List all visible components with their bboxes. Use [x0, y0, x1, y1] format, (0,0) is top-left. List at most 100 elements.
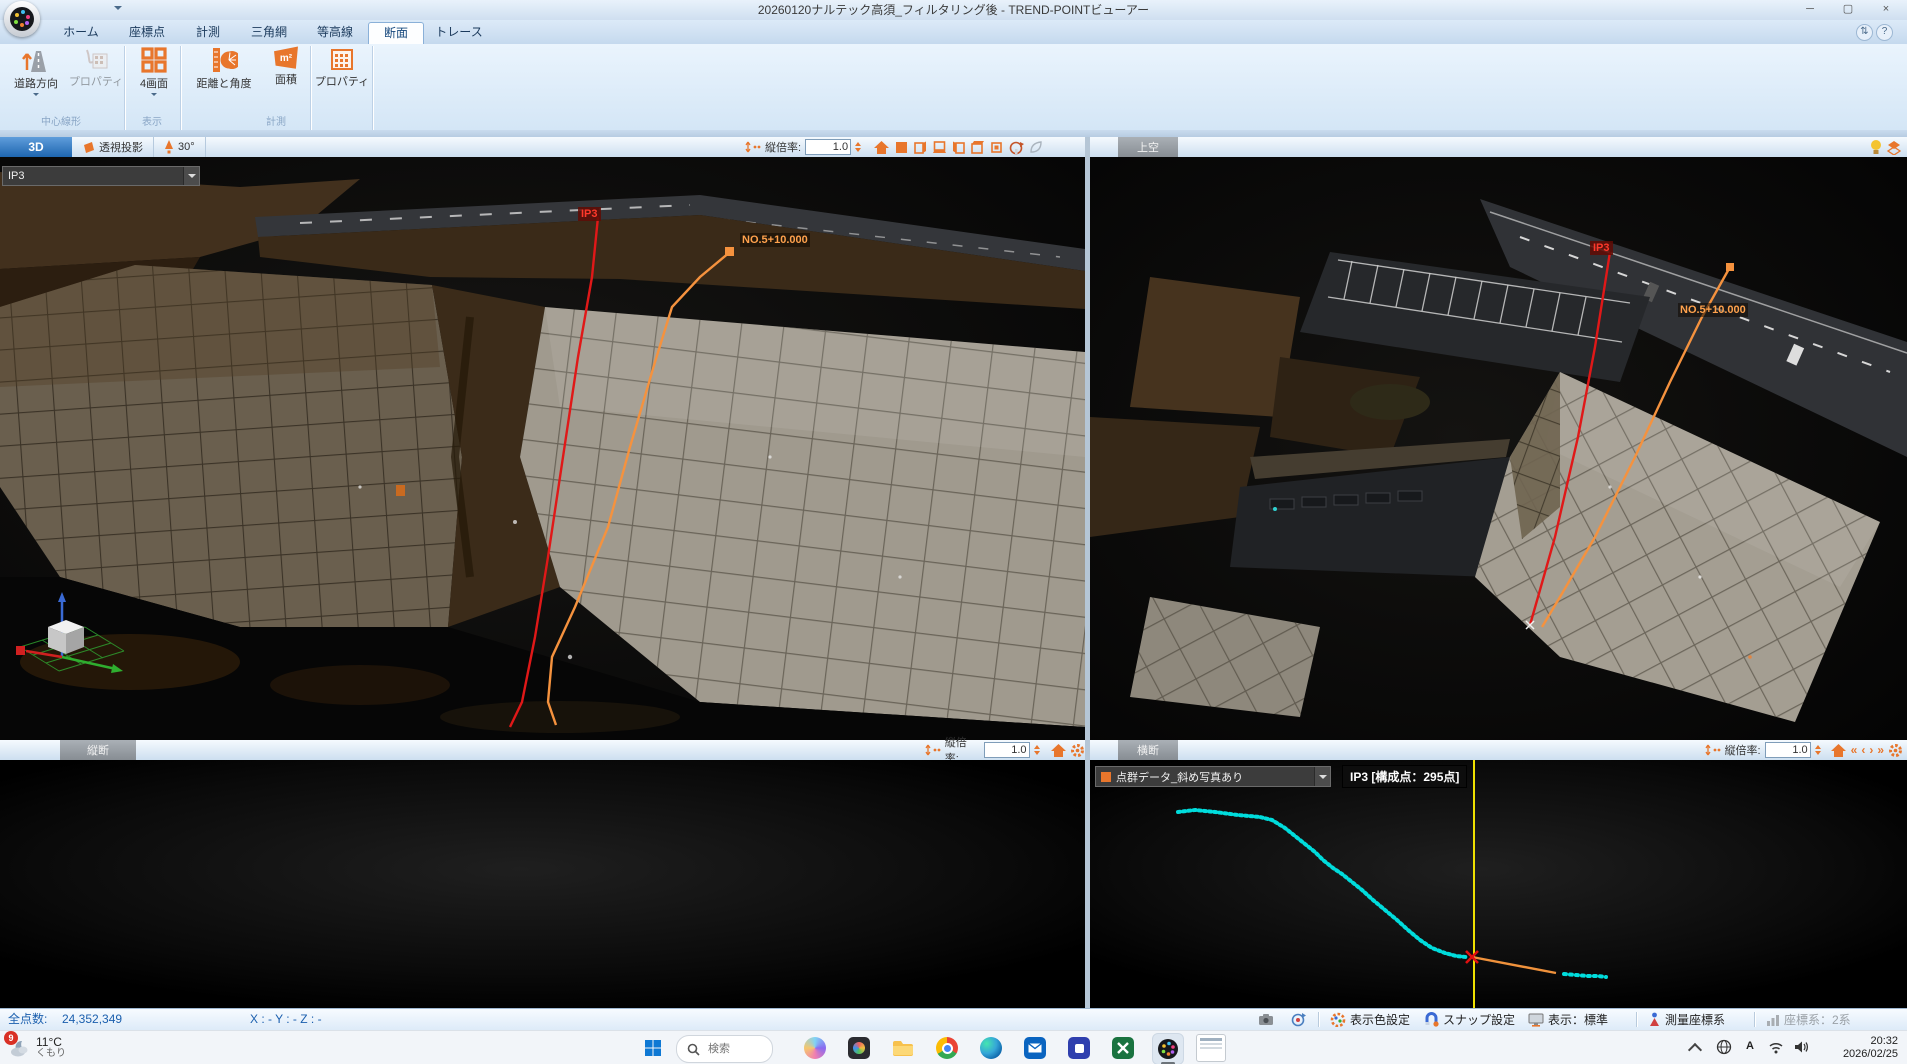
vscale-icon	[745, 140, 761, 154]
search-input[interactable]	[706, 1042, 762, 1056]
layers-icon[interactable]	[1887, 140, 1901, 155]
leaf-icon[interactable]	[1028, 140, 1044, 155]
next-section-button[interactable]: ›	[1869, 741, 1873, 759]
edge-icon[interactable]	[976, 1033, 1006, 1063]
maximize-button[interactable]: ▢	[1833, 2, 1863, 18]
first-section-button[interactable]: «	[1851, 741, 1858, 759]
alignment-select-arrow-icon[interactable]	[183, 167, 199, 185]
close-button[interactable]: ×	[1871, 2, 1901, 18]
clock-date: 2026/02/25	[1822, 1048, 1898, 1061]
view-left-icon[interactable]	[951, 140, 966, 155]
app-window-icon[interactable]	[1196, 1033, 1226, 1063]
vscale-down-icon[interactable]	[1034, 751, 1040, 758]
start-button[interactable]	[638, 1033, 668, 1063]
tab-view-angle[interactable]: 30°	[154, 137, 206, 157]
snap-settings-label: スナップ設定	[1443, 1011, 1515, 1028]
search-icon	[687, 1043, 700, 1056]
settings-gear-icon[interactable]	[1888, 743, 1903, 758]
layer-select[interactable]: 点群データ_斜め写真あり	[1095, 766, 1331, 787]
vscale-input[interactable]: 1.0	[805, 139, 851, 155]
distance-angle-button[interactable]: 距離と角度	[186, 46, 262, 110]
vscale-input[interactable]: 1.0	[984, 742, 1029, 758]
vscale-down-icon[interactable]	[1815, 751, 1821, 758]
weather-widget[interactable]: 9 11°C くもり	[4, 1033, 114, 1063]
trend-point-taskbar-icon[interactable]	[1152, 1033, 1184, 1064]
view-front-icon[interactable]	[989, 140, 1004, 155]
viewport-profile[interactable]	[0, 760, 1085, 1008]
prev-section-button[interactable]: ‹	[1861, 741, 1865, 759]
snap-settings-button[interactable]: スナップ設定	[1424, 1009, 1515, 1030]
minimize-button[interactable]: ─	[1795, 2, 1825, 18]
quick-access-arrow-icon[interactable]	[114, 6, 122, 14]
tab-cross-view[interactable]: 横断	[1118, 740, 1178, 760]
road-direction-button[interactable]: 道路方向	[4, 46, 68, 110]
tab-measure[interactable]: 計測	[180, 22, 236, 43]
teams-icon[interactable]	[1064, 1033, 1094, 1063]
network-icon[interactable]	[1768, 1040, 1784, 1057]
excel-icon[interactable]	[1108, 1033, 1138, 1063]
tray-chevron-icon[interactable]	[1690, 1041, 1700, 1055]
ribbon-options-icon[interactable]: ⇅	[1856, 24, 1873, 41]
last-section-button[interactable]: »	[1877, 741, 1884, 759]
display-mode-button[interactable]: 表示：標準	[1528, 1009, 1608, 1030]
home-view-icon[interactable]	[1050, 743, 1067, 758]
alignment-select[interactable]: IP3	[2, 166, 200, 186]
tab-3d-view[interactable]: 3D	[0, 137, 72, 157]
tab-tin[interactable]: 三角網	[236, 22, 302, 43]
view-right-icon[interactable]	[913, 140, 928, 155]
area-button[interactable]: m² 面積	[264, 46, 308, 110]
viewport-3d[interactable]: IP3 NO.5+10.000 IP3	[0, 157, 1085, 740]
survey-coord-button[interactable]: 測量座標系	[1648, 1009, 1725, 1030]
photos-icon[interactable]	[844, 1033, 874, 1063]
taskbar-search[interactable]	[676, 1035, 773, 1063]
application-menu-button[interactable]	[4, 1, 40, 37]
volume-icon[interactable]	[1794, 1040, 1810, 1057]
tab-profile-view[interactable]: 縦断	[60, 740, 136, 760]
light-bulb-icon[interactable]	[1869, 139, 1883, 155]
view-back-icon[interactable]	[970, 140, 985, 155]
tab-coordinates[interactable]: 座標点	[114, 22, 180, 43]
tab-contour[interactable]: 等高線	[302, 22, 368, 43]
layer-select-arrow-icon[interactable]	[1314, 767, 1330, 786]
display-color-settings-button[interactable]: 表示色設定	[1330, 1009, 1410, 1030]
rotate-view-icon[interactable]	[1008, 140, 1024, 155]
settings-gear-icon[interactable]	[1070, 743, 1085, 758]
tab-cross-section[interactable]: 断面	[368, 22, 424, 45]
survey-coord-label: 測量座標系	[1665, 1011, 1725, 1028]
orbit-button[interactable]	[1290, 1009, 1306, 1030]
tab-home[interactable]: ホーム	[48, 22, 114, 43]
tab-sky-view[interactable]: 上空	[1118, 137, 1178, 157]
statusbar-separator	[1318, 1012, 1320, 1027]
distance-angle-icon	[210, 46, 238, 74]
copilot-icon[interactable]	[800, 1033, 830, 1063]
view-bottom-icon[interactable]	[932, 140, 947, 155]
outlook-icon[interactable]	[1020, 1033, 1050, 1063]
coord-system-indicator[interactable]: 座標系：2系	[1766, 1009, 1851, 1030]
chrome-icon[interactable]	[932, 1033, 962, 1063]
pane-sky-header-spacer	[1090, 137, 1118, 157]
vscale-input[interactable]: 1.0	[1765, 742, 1811, 758]
measure-property-button[interactable]: プロパティ	[316, 46, 368, 110]
globe-icon[interactable]	[1716, 1039, 1732, 1058]
vscale-down-icon[interactable]	[855, 148, 861, 155]
vscale-up-icon[interactable]	[1815, 742, 1821, 749]
home-view-icon[interactable]	[1830, 743, 1847, 758]
four-view-button[interactable]: 4画面	[130, 46, 178, 110]
view-top-icon[interactable]	[894, 140, 909, 155]
vscale-up-icon[interactable]	[1034, 742, 1040, 749]
viewport-sky[interactable]: IP3 NO.5+10.000	[1090, 157, 1907, 740]
cross-section-plot	[1090, 760, 1907, 1008]
home-view-icon[interactable]	[873, 140, 890, 155]
tab-trace[interactable]: トレース	[426, 22, 492, 43]
taskbar-clock[interactable]: 20:32 2026/02/25	[1822, 1035, 1898, 1061]
capture-button[interactable]	[1258, 1009, 1274, 1030]
centerline-property-button[interactable]: プロパティ	[70, 46, 122, 110]
viewport-cross-section[interactable]: 点群データ_斜め写真あり IP3 [構成点：295点]	[1090, 760, 1907, 1008]
pane-cross-header: 横断 縦倍率: 1.0 « ‹ › »	[1090, 740, 1907, 761]
four-view-icon	[140, 46, 168, 74]
tab-perspective[interactable]: 透視投影	[72, 137, 154, 157]
help-icon[interactable]: ?	[1876, 24, 1893, 41]
ime-indicator[interactable]: A	[1746, 1040, 1754, 1052]
vscale-up-icon[interactable]	[855, 139, 861, 146]
file-explorer-icon[interactable]	[888, 1033, 918, 1063]
